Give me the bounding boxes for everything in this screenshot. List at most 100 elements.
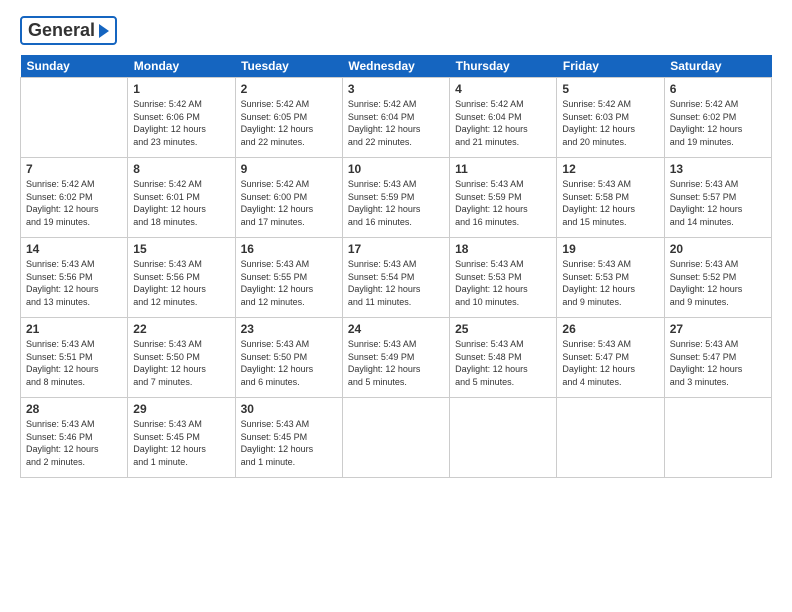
cell-details: Sunrise: 5:43 AM Sunset: 5:59 PM Dayligh…: [348, 178, 444, 228]
calendar-cell: [664, 398, 771, 478]
calendar-cell: [557, 398, 664, 478]
day-header-sunday: Sunday: [21, 55, 128, 78]
calendar-cell: 4 Sunrise: 5:42 AM Sunset: 6:04 PM Daylig…: [450, 78, 557, 158]
day-number: 8: [133, 162, 229, 176]
calendar-cell: 3 Sunrise: 5:42 AM Sunset: 6:04 PM Daylig…: [342, 78, 449, 158]
day-number: 22: [133, 322, 229, 336]
cell-details: Sunrise: 5:42 AM Sunset: 6:00 PM Dayligh…: [241, 178, 337, 228]
calendar-cell: 16 Sunrise: 5:43 AM Sunset: 5:55 PM Dayli…: [235, 238, 342, 318]
day-number: 1: [133, 82, 229, 96]
calendar-cell: 27 Sunrise: 5:43 AM Sunset: 5:47 PM Dayli…: [664, 318, 771, 398]
day-number: 6: [670, 82, 766, 96]
cell-details: Sunrise: 5:42 AM Sunset: 6:04 PM Dayligh…: [455, 98, 551, 148]
calendar-cell: 21Sunrise: 5:43 AM Sunset: 5:51 PM Dayli…: [21, 318, 128, 398]
cell-details: Sunrise: 5:42 AM Sunset: 6:04 PM Dayligh…: [348, 98, 444, 148]
calendar-cell: 15Sunrise: 5:43 AM Sunset: 5:56 PM Dayli…: [128, 238, 235, 318]
calendar-cell: 13 Sunrise: 5:43 AM Sunset: 5:57 PM Dayli…: [664, 158, 771, 238]
day-number: 5: [562, 82, 658, 96]
calendar-cell: 5 Sunrise: 5:42 AM Sunset: 6:03 PM Daylig…: [557, 78, 664, 158]
calendar-cell: 18 Sunrise: 5:43 AM Sunset: 5:53 PM Dayli…: [450, 238, 557, 318]
calendar-cell: 1 Sunrise: 5:42 AM Sunset: 6:06 PM Daylig…: [128, 78, 235, 158]
calendar-cell: 2Sunrise: 5:42 AM Sunset: 6:05 PM Daylig…: [235, 78, 342, 158]
day-number: 17: [348, 242, 444, 256]
cell-details: Sunrise: 5:43 AM Sunset: 5:47 PM Dayligh…: [562, 338, 658, 388]
cell-details: Sunrise: 5:43 AM Sunset: 5:56 PM Dayligh…: [26, 258, 122, 308]
week-row-4: 21Sunrise: 5:43 AM Sunset: 5:51 PM Dayli…: [21, 318, 772, 398]
cell-details: Sunrise: 5:43 AM Sunset: 5:53 PM Dayligh…: [455, 258, 551, 308]
calendar-cell: 12Sunrise: 5:43 AM Sunset: 5:58 PM Dayli…: [557, 158, 664, 238]
week-row-2: 7Sunrise: 5:42 AM Sunset: 6:02 PM Daylig…: [21, 158, 772, 238]
day-number: 27: [670, 322, 766, 336]
day-number: 20: [670, 242, 766, 256]
calendar-cell: 26 Sunrise: 5:43 AM Sunset: 5:47 PM Dayli…: [557, 318, 664, 398]
cell-details: Sunrise: 5:43 AM Sunset: 5:58 PM Dayligh…: [562, 178, 658, 228]
cell-details: Sunrise: 5:42 AM Sunset: 6:02 PM Dayligh…: [26, 178, 122, 228]
cell-details: Sunrise: 5:43 AM Sunset: 5:45 PM Dayligh…: [241, 418, 337, 468]
cell-details: Sunrise: 5:43 AM Sunset: 5:49 PM Dayligh…: [348, 338, 444, 388]
logo-arrow-icon: [99, 24, 109, 38]
week-row-1: 1 Sunrise: 5:42 AM Sunset: 6:06 PM Daylig…: [21, 78, 772, 158]
day-number: 21: [26, 322, 122, 336]
cell-details: Sunrise: 5:43 AM Sunset: 5:45 PM Dayligh…: [133, 418, 229, 468]
day-number: 19: [562, 242, 658, 256]
cell-details: Sunrise: 5:42 AM Sunset: 6:03 PM Dayligh…: [562, 98, 658, 148]
header-row: SundayMondayTuesdayWednesdayThursdayFrid…: [21, 55, 772, 78]
calendar-cell: 6 Sunrise: 5:42 AM Sunset: 6:02 PM Daylig…: [664, 78, 771, 158]
calendar-cell: [21, 78, 128, 158]
day-number: 28: [26, 402, 122, 416]
calendar-cell: [342, 398, 449, 478]
cell-details: Sunrise: 5:43 AM Sunset: 5:48 PM Dayligh…: [455, 338, 551, 388]
calendar-cell: 19 Sunrise: 5:43 AM Sunset: 5:53 PM Dayli…: [557, 238, 664, 318]
day-number: 10: [348, 162, 444, 176]
day-number: 3: [348, 82, 444, 96]
cell-details: Sunrise: 5:43 AM Sunset: 5:57 PM Dayligh…: [670, 178, 766, 228]
cell-details: Sunrise: 5:43 AM Sunset: 5:56 PM Dayligh…: [133, 258, 229, 308]
day-number: 11: [455, 162, 551, 176]
calendar-cell: 7Sunrise: 5:42 AM Sunset: 6:02 PM Daylig…: [21, 158, 128, 238]
calendar-cell: 20 Sunrise: 5:43 AM Sunset: 5:52 PM Dayli…: [664, 238, 771, 318]
calendar-cell: 28 Sunrise: 5:43 AM Sunset: 5:46 PM Dayli…: [21, 398, 128, 478]
cell-details: Sunrise: 5:43 AM Sunset: 5:54 PM Dayligh…: [348, 258, 444, 308]
day-number: 18: [455, 242, 551, 256]
week-row-5: 28 Sunrise: 5:43 AM Sunset: 5:46 PM Dayli…: [21, 398, 772, 478]
calendar-cell: 25 Sunrise: 5:43 AM Sunset: 5:48 PM Dayli…: [450, 318, 557, 398]
calendar-cell: 29 Sunrise: 5:43 AM Sunset: 5:45 PM Dayli…: [128, 398, 235, 478]
day-number: 30: [241, 402, 337, 416]
day-number: 25: [455, 322, 551, 336]
day-number: 4: [455, 82, 551, 96]
day-number: 16: [241, 242, 337, 256]
cell-details: Sunrise: 5:42 AM Sunset: 6:02 PM Dayligh…: [670, 98, 766, 148]
calendar-cell: 22 Sunrise: 5:43 AM Sunset: 5:50 PM Dayli…: [128, 318, 235, 398]
day-number: 9: [241, 162, 337, 176]
cell-details: Sunrise: 5:42 AM Sunset: 6:06 PM Dayligh…: [133, 98, 229, 148]
cell-details: Sunrise: 5:43 AM Sunset: 5:47 PM Dayligh…: [670, 338, 766, 388]
calendar-header: SundayMondayTuesdayWednesdayThursdayFrid…: [21, 55, 772, 78]
day-number: 23: [241, 322, 337, 336]
cell-details: Sunrise: 5:43 AM Sunset: 5:50 PM Dayligh…: [133, 338, 229, 388]
day-number: 13: [670, 162, 766, 176]
calendar-cell: 10 Sunrise: 5:43 AM Sunset: 5:59 PM Dayli…: [342, 158, 449, 238]
logo-general: General: [28, 20, 95, 41]
day-header-thursday: Thursday: [450, 55, 557, 78]
day-header-saturday: Saturday: [664, 55, 771, 78]
day-header-tuesday: Tuesday: [235, 55, 342, 78]
cell-details: Sunrise: 5:43 AM Sunset: 5:52 PM Dayligh…: [670, 258, 766, 308]
cell-details: Sunrise: 5:42 AM Sunset: 6:01 PM Dayligh…: [133, 178, 229, 228]
cell-details: Sunrise: 5:43 AM Sunset: 5:46 PM Dayligh…: [26, 418, 122, 468]
calendar-cell: 23 Sunrise: 5:43 AM Sunset: 5:50 PM Dayli…: [235, 318, 342, 398]
calendar-cell: 24Sunrise: 5:43 AM Sunset: 5:49 PM Dayli…: [342, 318, 449, 398]
calendar-body: 1 Sunrise: 5:42 AM Sunset: 6:06 PM Daylig…: [21, 78, 772, 478]
cell-details: Sunrise: 5:43 AM Sunset: 5:55 PM Dayligh…: [241, 258, 337, 308]
week-row-3: 14Sunrise: 5:43 AM Sunset: 5:56 PM Dayli…: [21, 238, 772, 318]
header: General: [20, 16, 772, 45]
day-header-wednesday: Wednesday: [342, 55, 449, 78]
day-number: 26: [562, 322, 658, 336]
cell-details: Sunrise: 5:43 AM Sunset: 5:50 PM Dayligh…: [241, 338, 337, 388]
calendar-table: SundayMondayTuesdayWednesdayThursdayFrid…: [20, 55, 772, 478]
calendar-cell: 9 Sunrise: 5:42 AM Sunset: 6:00 PM Daylig…: [235, 158, 342, 238]
cell-details: Sunrise: 5:43 AM Sunset: 5:53 PM Dayligh…: [562, 258, 658, 308]
cell-details: Sunrise: 5:42 AM Sunset: 6:05 PM Dayligh…: [241, 98, 337, 148]
calendar-cell: 11 Sunrise: 5:43 AM Sunset: 5:59 PM Dayli…: [450, 158, 557, 238]
day-number: 29: [133, 402, 229, 416]
cell-details: Sunrise: 5:43 AM Sunset: 5:59 PM Dayligh…: [455, 178, 551, 228]
